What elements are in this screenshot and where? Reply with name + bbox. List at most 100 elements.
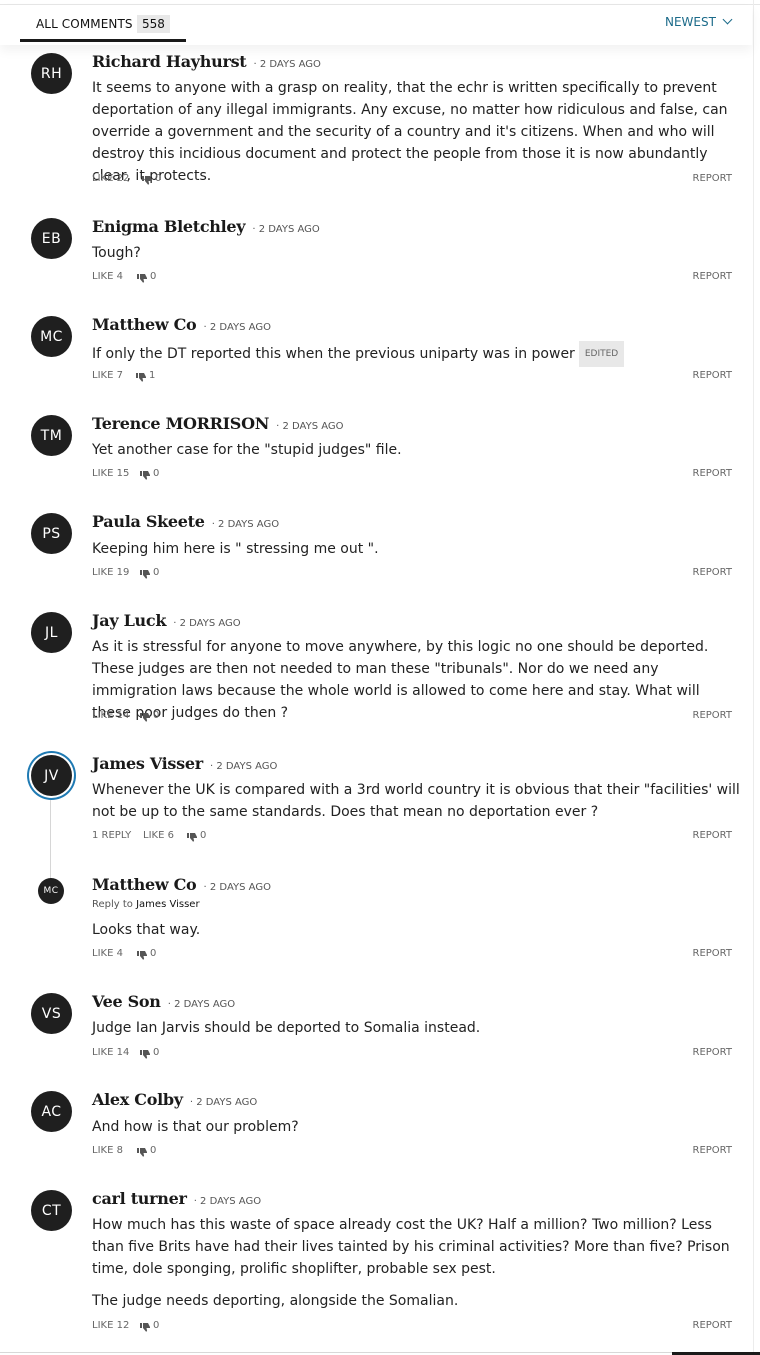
comment-text: The judge needs deporting, alongside the… <box>92 1293 459 1309</box>
avatar[interactable]: PS <box>31 513 72 554</box>
author-name[interactable]: Matthew Co <box>92 315 197 334</box>
dislike-count: 0 <box>150 1145 157 1156</box>
comment-text: How much has this waste of space already… <box>92 1217 730 1277</box>
comment-actions: LIKE 12 0 REPORT <box>92 1320 732 1334</box>
like-button[interactable]: LIKE 6 <box>143 830 174 841</box>
comment-header: Enigma Bletchley · 2 DAYS AGO <box>92 217 320 236</box>
report-button[interactable]: REPORT <box>693 1047 733 1058</box>
comment-body: Tough? <box>92 242 740 264</box>
report-button[interactable]: REPORT <box>693 1320 733 1331</box>
dislike-button[interactable]: 0 <box>137 271 157 283</box>
like-button[interactable]: LIKE 14 <box>92 1047 129 1058</box>
like-button[interactable]: LIKE 4 <box>92 271 123 282</box>
author-name[interactable]: James Visser <box>92 754 203 773</box>
report-button[interactable]: REPORT <box>693 948 733 959</box>
thumbs-down-icon <box>140 1049 150 1059</box>
avatar[interactable]: EB <box>31 218 72 259</box>
thread-line <box>50 796 51 882</box>
comment-count-badge: 558 <box>137 15 170 33</box>
comment-header: Alex Colby · 2 DAYS AGO <box>92 1090 257 1109</box>
comment-text: Judge Ian Jarvis should be deported to S… <box>92 1020 481 1036</box>
dislike-button[interactable]: 0 <box>187 830 207 842</box>
comment-text: Keeping him here is " stressing me out "… <box>92 541 379 557</box>
tab-all-comments[interactable]: ALL COMMENTS 558 <box>20 5 186 42</box>
dislike-button[interactable]: 0 <box>137 948 156 960</box>
like-button[interactable]: LIKE 19 <box>92 567 129 578</box>
report-button[interactable]: REPORT <box>693 468 733 479</box>
avatar[interactable]: TM <box>31 415 72 456</box>
dislike-count: 0 <box>200 830 207 841</box>
comment-body: Judge Ian Jarvis should be deported to S… <box>92 1017 740 1039</box>
author-name[interactable]: Paula Skeete <box>92 512 205 531</box>
avatar[interactable]: MC <box>38 878 64 904</box>
dislike-button[interactable]: 0 <box>140 1320 159 1332</box>
like-button[interactable]: LIKE 12 <box>92 1320 129 1331</box>
comment-text: It seems to anyone with a grasp on reali… <box>92 80 728 184</box>
author-name[interactable]: Alex Colby <box>92 1090 183 1109</box>
timestamp: · 2 DAYS AGO <box>211 519 280 530</box>
avatar[interactable]: VS <box>31 993 72 1034</box>
report-button[interactable]: REPORT <box>693 370 733 381</box>
thumbs-down-icon <box>140 569 150 579</box>
comment-actions: LIKE 14 0 REPORT <box>92 1047 732 1061</box>
author-name[interactable]: Enigma Bletchley <box>92 217 246 236</box>
avatar[interactable]: AC <box>31 1091 72 1132</box>
bottom-divider <box>0 1352 760 1353</box>
thumbs-down-icon <box>187 832 197 842</box>
report-button[interactable]: REPORT <box>693 830 733 841</box>
report-button[interactable]: REPORT <box>693 173 733 184</box>
dislike-count: 0 <box>153 567 160 578</box>
comment-actions: LIKE 19 0 REPORT <box>92 567 732 581</box>
comment-actions: LIKE 14 0 REPORT <box>92 710 732 724</box>
dislike-count: 0 <box>155 173 162 184</box>
reply-to-author[interactable]: James Visser <box>136 899 199 910</box>
like-button[interactable]: LIKE 15 <box>92 468 129 479</box>
thumbs-down-icon <box>142 175 152 185</box>
comment-text: Looks that way. <box>92 922 201 938</box>
thumbs-down-icon <box>140 1322 150 1332</box>
report-button[interactable]: REPORT <box>693 710 733 721</box>
timestamp: · 2 DAYS AGO <box>252 224 320 235</box>
dislike-button[interactable]: 0 <box>142 173 162 185</box>
comment-body: If only the DT reported this when the pr… <box>92 341 740 367</box>
tab-all-comments-label: ALL COMMENTS <box>36 17 133 31</box>
dislike-button[interactable]: 0 <box>140 1047 159 1059</box>
author-name[interactable]: Richard Hayhurst <box>92 52 247 71</box>
author-name[interactable]: Matthew Co <box>92 875 197 894</box>
thumbs-down-icon <box>137 273 147 283</box>
timestamp: · 2 DAYS AGO <box>193 1196 262 1207</box>
avatar[interactable]: MC <box>31 316 72 357</box>
report-button[interactable]: REPORT <box>693 1145 733 1156</box>
reply-to-label: Reply to <box>92 899 133 910</box>
like-button[interactable]: LIKE 22 <box>92 173 129 184</box>
reply-to: Reply to James Visser <box>92 899 200 910</box>
dislike-button[interactable]: 0 <box>140 567 160 579</box>
author-name[interactable]: Jay Luck <box>92 611 166 630</box>
avatar[interactable]: JL <box>31 612 72 653</box>
scroll-edge <box>753 0 754 1355</box>
author-name[interactable]: Vee Son <box>92 992 161 1011</box>
comment-actions: 1 REPLY LIKE 6 0 REPORT <box>92 830 732 844</box>
avatar[interactable]: CT <box>31 1190 72 1231</box>
like-button[interactable]: LIKE 14 <box>92 710 129 721</box>
dislike-button[interactable]: 0 <box>137 1145 157 1157</box>
thumbs-down-icon <box>140 712 150 722</box>
timestamp: · 2 DAYS AGO <box>203 322 271 333</box>
dislike-button[interactable]: 1 <box>136 370 155 382</box>
comment-text-content: If only the DT reported this when the pr… <box>92 346 575 362</box>
author-name[interactable]: Terence MORRISON <box>92 414 269 433</box>
like-button[interactable]: LIKE 7 <box>92 370 123 381</box>
avatar[interactable]: JV <box>31 755 72 796</box>
report-button[interactable]: REPORT <box>693 567 733 578</box>
author-name[interactable]: carl turner <box>92 1189 187 1208</box>
dislike-button[interactable]: 0 <box>140 710 159 722</box>
dislike-button[interactable]: 0 <box>140 468 159 480</box>
replies-toggle[interactable]: 1 REPLY <box>92 830 131 841</box>
timestamp: · 2 DAYS AGO <box>189 1097 258 1108</box>
sort-dropdown[interactable]: NEWEST <box>665 14 733 29</box>
like-button[interactable]: LIKE 8 <box>92 1145 123 1156</box>
avatar[interactable]: RH <box>31 53 72 94</box>
like-button[interactable]: LIKE 4 <box>92 948 123 959</box>
report-button[interactable]: REPORT <box>693 271 733 282</box>
dislike-count: 0 <box>150 271 157 282</box>
